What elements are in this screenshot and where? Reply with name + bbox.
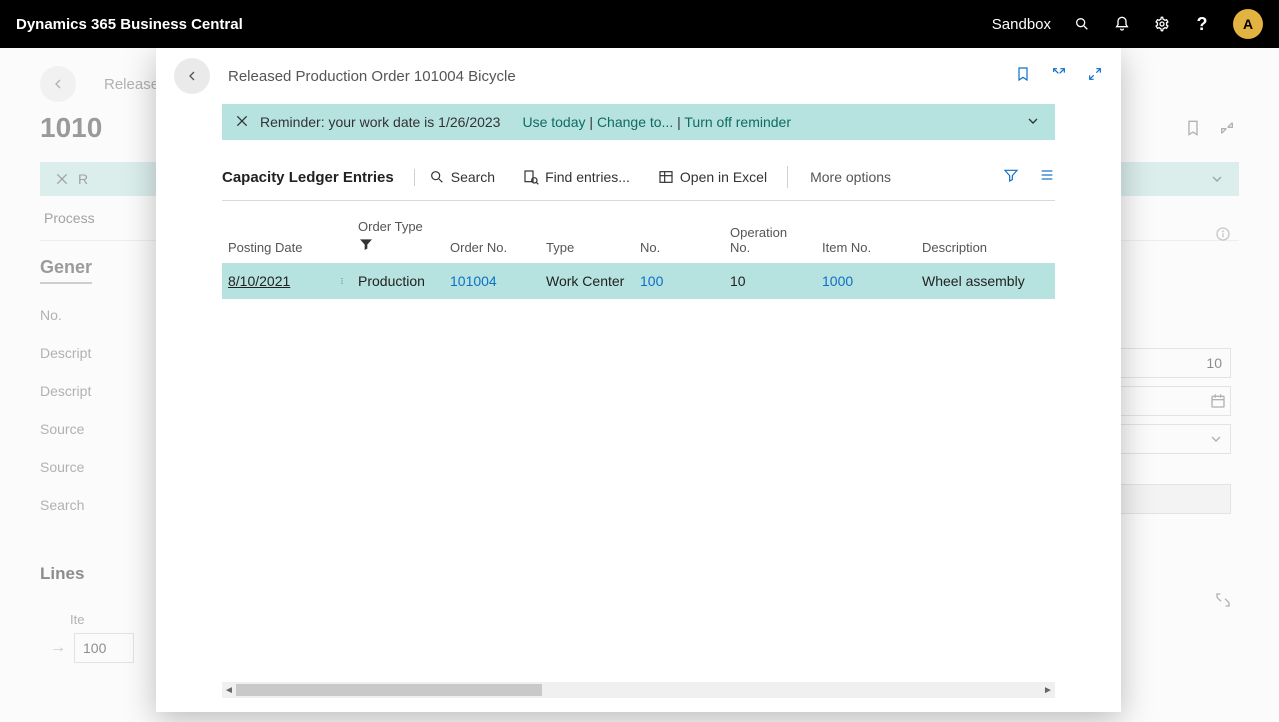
scroll-right-icon[interactable]: ► xyxy=(1041,685,1055,696)
reminder-turn-off[interactable]: Turn off reminder xyxy=(684,114,791,130)
bg-pin-icon[interactable] xyxy=(1185,120,1201,136)
close-reminder-icon[interactable] xyxy=(234,113,250,132)
reminder-text: Reminder: your work date is 1/26/2023 xyxy=(260,114,500,130)
col-order-type[interactable]: Order Type xyxy=(358,219,438,234)
capacity-ledger-panel: Released Production Order 101004 Bicycle… xyxy=(156,48,1121,712)
cell-description: Wheel assembly xyxy=(916,273,1055,289)
open-in-excel-label: Open in Excel xyxy=(680,169,767,185)
info-icon[interactable] xyxy=(1215,226,1231,242)
filter-icon[interactable] xyxy=(1003,167,1019,188)
table-header: Posting Date Order Type Order No. Type N… xyxy=(222,211,1055,263)
find-entries-label: Find entries... xyxy=(545,169,630,185)
col-description[interactable]: Description xyxy=(922,240,1049,255)
open-in-excel-button[interactable]: Open in Excel xyxy=(644,169,781,185)
popout-icon[interactable] xyxy=(1051,66,1067,87)
col-order-no[interactable]: Order No. xyxy=(450,240,534,255)
col-posting-date[interactable]: Posting Date xyxy=(228,240,326,255)
more-options-button[interactable]: More options xyxy=(794,169,891,185)
column-filter-icon[interactable] xyxy=(358,236,438,255)
list-view-icon[interactable] xyxy=(1039,167,1055,188)
bg-reminder-text: R xyxy=(78,171,88,187)
calendar-icon xyxy=(1210,393,1226,409)
app-header: Dynamics 365 Business Central Sandbox ? … xyxy=(0,0,1279,48)
bg-lines-cell[interactable] xyxy=(74,633,134,663)
col-item-no[interactable]: Item No. xyxy=(822,240,910,255)
cell-operation-no: 10 xyxy=(724,273,816,289)
search-label: Search xyxy=(451,169,495,185)
cell-order-no[interactable]: 101004 xyxy=(444,273,540,289)
help-icon[interactable]: ? xyxy=(1193,15,1211,33)
row-menu-icon[interactable] xyxy=(332,273,352,289)
expand-icon[interactable] xyxy=(1215,592,1231,608)
search-icon[interactable] xyxy=(1073,15,1091,33)
reminder-change-to[interactable]: Change to... xyxy=(597,114,673,130)
panel-back-button[interactable] xyxy=(174,58,210,94)
table-row[interactable]: 8/10/2021 Production 101004 Work Center … xyxy=(222,263,1055,299)
horizontal-scrollbar[interactable]: ◄ ► xyxy=(222,682,1055,698)
notifications-icon[interactable] xyxy=(1113,15,1131,33)
bg-action-process[interactable]: Process xyxy=(44,210,95,226)
cell-posting-date[interactable]: 8/10/2021 xyxy=(228,273,290,289)
chevron-down-icon[interactable] xyxy=(1209,171,1225,187)
cell-order-type: Production xyxy=(352,273,444,289)
col-type[interactable]: Type xyxy=(546,240,628,255)
app-name: Dynamics 365 Business Central xyxy=(16,16,243,33)
cell-no[interactable]: 100 xyxy=(634,273,724,289)
scroll-left-icon[interactable]: ◄ xyxy=(222,685,236,696)
search-button[interactable]: Search xyxy=(415,169,509,185)
toolbar-title: Capacity Ledger Entries xyxy=(222,169,415,186)
close-icon[interactable] xyxy=(54,171,70,187)
bookmark-icon[interactable] xyxy=(1015,66,1031,87)
panel-title: Released Production Order 101004 Bicycle xyxy=(228,68,516,85)
environment-badge: Sandbox xyxy=(992,16,1051,33)
bg-section-general: Gener xyxy=(40,257,92,284)
scrollbar-thumb[interactable] xyxy=(236,684,542,696)
user-avatar[interactable]: A xyxy=(1233,9,1263,39)
col-operation-no[interactable]: Operation No. xyxy=(730,225,810,255)
cell-type: Work Center xyxy=(540,273,634,289)
panel-toolbar: Capacity Ledger Entries Search Find entr… xyxy=(222,166,1055,201)
col-no[interactable]: No. xyxy=(640,240,718,255)
toolbar-separator xyxy=(787,166,788,188)
header-right-cluster: Sandbox ? A xyxy=(992,9,1263,39)
find-entries-button[interactable]: Find entries... xyxy=(509,169,644,185)
panel-titlebar: Released Production Order 101004 Bicycle xyxy=(156,48,1121,104)
cell-item-no[interactable]: 1000 xyxy=(816,273,916,289)
panel-reminder-bar: Reminder: your work date is 1/26/2023 Us… xyxy=(222,104,1055,140)
bg-collapse-icon[interactable] xyxy=(1219,120,1235,136)
chevron-down-icon xyxy=(1208,431,1224,447)
settings-icon[interactable] xyxy=(1153,15,1171,33)
reminder-use-today[interactable]: Use today xyxy=(522,114,585,130)
bg-back-button[interactable] xyxy=(40,66,76,102)
expand-icon[interactable] xyxy=(1087,66,1103,87)
reminder-chevron-icon[interactable] xyxy=(1025,113,1041,132)
